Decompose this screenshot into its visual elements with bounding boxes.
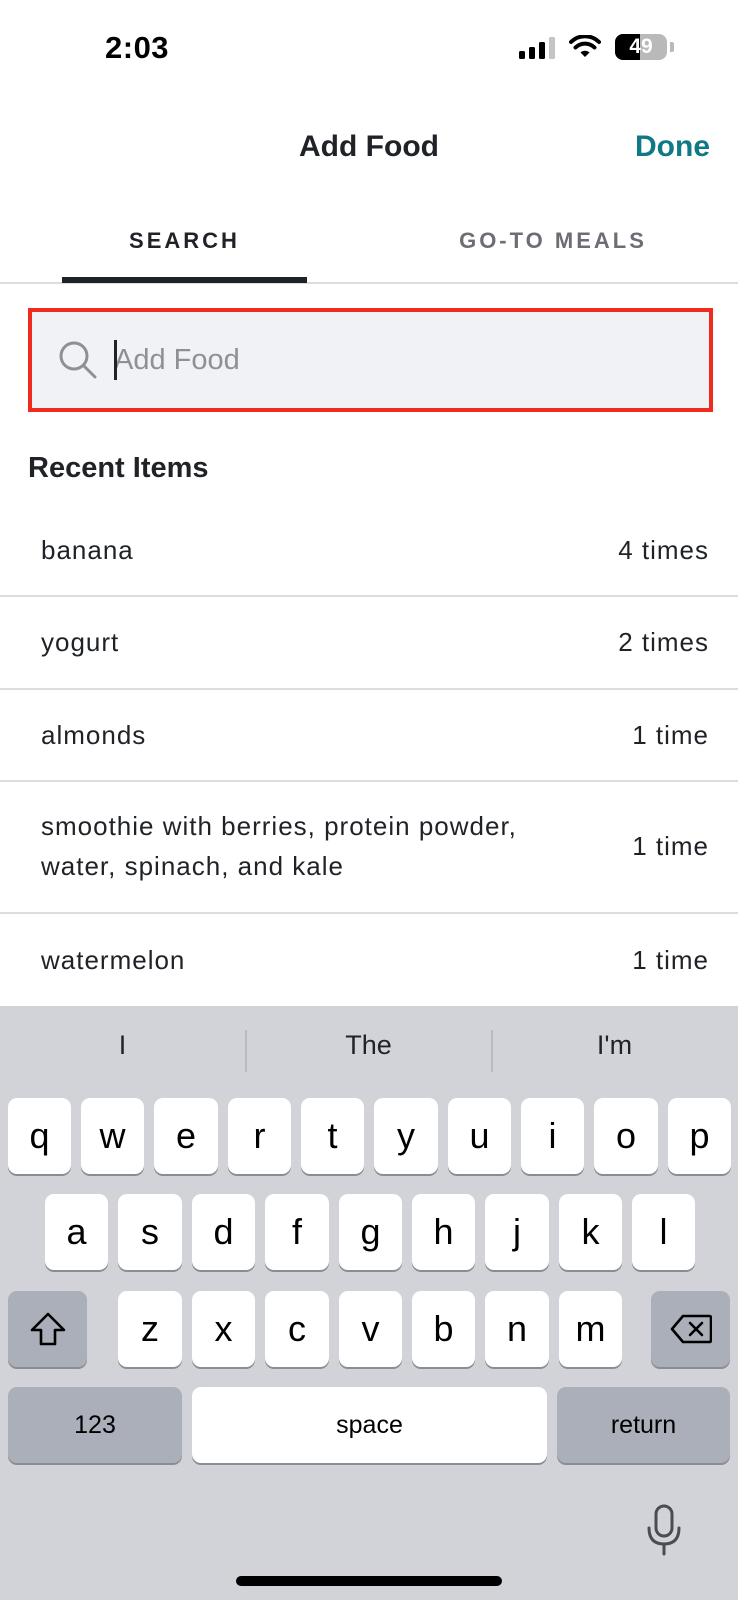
key-m[interactable]: m xyxy=(559,1291,622,1367)
search-icon xyxy=(59,341,97,379)
text-cursor xyxy=(114,340,117,380)
recent-items-list: banana 4 times yogurt 2 times almonds 1 … xyxy=(0,505,738,1006)
key-u[interactable]: u xyxy=(448,1098,511,1174)
food-name: watermelon xyxy=(41,945,186,975)
usage-count: 2 times xyxy=(618,627,709,657)
suggestion-1[interactable]: I xyxy=(0,1030,245,1061)
list-item[interactable]: smoothie with berries, protein powder, w… xyxy=(0,782,738,914)
key-q[interactable]: q xyxy=(8,1098,71,1174)
key-h[interactable]: h xyxy=(412,1194,475,1270)
predictive-bar: I The I'm xyxy=(0,1006,738,1096)
key-f[interactable]: f xyxy=(265,1194,329,1270)
done-button[interactable]: Done xyxy=(635,130,710,164)
search-box[interactable] xyxy=(28,308,713,412)
status-time: 2:03 xyxy=(105,30,170,65)
key-y[interactable]: y xyxy=(374,1098,438,1174)
microphone-icon[interactable] xyxy=(644,1504,684,1556)
key-a[interactable]: a xyxy=(45,1194,108,1270)
status-icons: 49 xyxy=(519,34,674,60)
keyboard: I The I'm q w e r t y u i o p a s d f g … xyxy=(0,1006,738,1600)
recent-items-heading: Recent Items xyxy=(28,452,209,484)
list-item[interactable]: banana 4 times xyxy=(0,505,738,597)
key-e[interactable]: e xyxy=(154,1098,218,1174)
battery-icon: 49 xyxy=(615,34,667,60)
status-bar: 2:03 49 xyxy=(0,0,738,100)
backspace-icon xyxy=(670,1314,712,1344)
food-name: smoothie with berries, protein powder, xyxy=(41,811,517,841)
key-z[interactable]: z xyxy=(118,1291,182,1367)
battery-level: 49 xyxy=(629,35,653,58)
key-k[interactable]: k xyxy=(559,1194,622,1270)
list-item[interactable]: yogurt 2 times xyxy=(0,597,738,690)
key-l[interactable]: l xyxy=(632,1194,695,1270)
suggestion-2[interactable]: The xyxy=(246,1030,491,1061)
usage-count: 1 time xyxy=(632,945,709,975)
key-j[interactable]: j xyxy=(485,1194,549,1270)
tab-search[interactable]: SEARCH xyxy=(62,228,307,254)
shift-icon xyxy=(30,1312,65,1346)
key-o[interactable]: o xyxy=(594,1098,658,1174)
food-name: yogurt xyxy=(41,627,120,657)
list-item[interactable]: almonds 1 time xyxy=(0,690,738,782)
search-input[interactable] xyxy=(114,338,674,382)
delete-key[interactable] xyxy=(651,1291,730,1367)
key-b[interactable]: b xyxy=(412,1291,475,1367)
page-title: Add Food xyxy=(299,130,439,163)
cellular-signal-icon xyxy=(519,35,555,59)
key-g[interactable]: g xyxy=(339,1194,402,1270)
food-name-line-2: water, spinach, and kale xyxy=(41,851,344,881)
key-s[interactable]: s xyxy=(118,1194,182,1270)
key-p[interactable]: p xyxy=(668,1098,731,1174)
key-d[interactable]: d xyxy=(192,1194,255,1270)
key-i[interactable]: i xyxy=(521,1098,584,1174)
key-x[interactable]: x xyxy=(192,1291,255,1367)
tab-go-to-meals[interactable]: GO-TO MEALS xyxy=(428,228,678,254)
key-w[interactable]: w xyxy=(81,1098,144,1174)
tab-bar: SEARCH GO-TO MEALS xyxy=(0,200,738,284)
active-tab-indicator xyxy=(62,277,307,283)
food-name: banana xyxy=(41,535,134,565)
key-c[interactable]: c xyxy=(265,1291,329,1367)
key-t[interactable]: t xyxy=(301,1098,364,1174)
battery-nub xyxy=(670,42,674,52)
suggestion-3[interactable]: I'm xyxy=(492,1030,737,1061)
usage-count: 1 time xyxy=(632,720,709,750)
return-key[interactable]: return xyxy=(557,1387,730,1463)
wifi-icon xyxy=(569,35,601,57)
key-v[interactable]: v xyxy=(339,1291,402,1367)
home-indicator xyxy=(236,1576,502,1586)
food-name: almonds xyxy=(41,720,147,750)
key-n[interactable]: n xyxy=(485,1291,549,1367)
key-r[interactable]: r xyxy=(228,1098,291,1174)
space-key[interactable]: space xyxy=(192,1387,547,1463)
usage-count: 1 time xyxy=(632,831,709,861)
usage-count: 4 times xyxy=(618,535,709,565)
shift-key[interactable] xyxy=(8,1291,87,1367)
numbers-key[interactable]: 123 xyxy=(8,1387,182,1463)
list-item[interactable]: watermelon 1 time xyxy=(0,914,738,1006)
